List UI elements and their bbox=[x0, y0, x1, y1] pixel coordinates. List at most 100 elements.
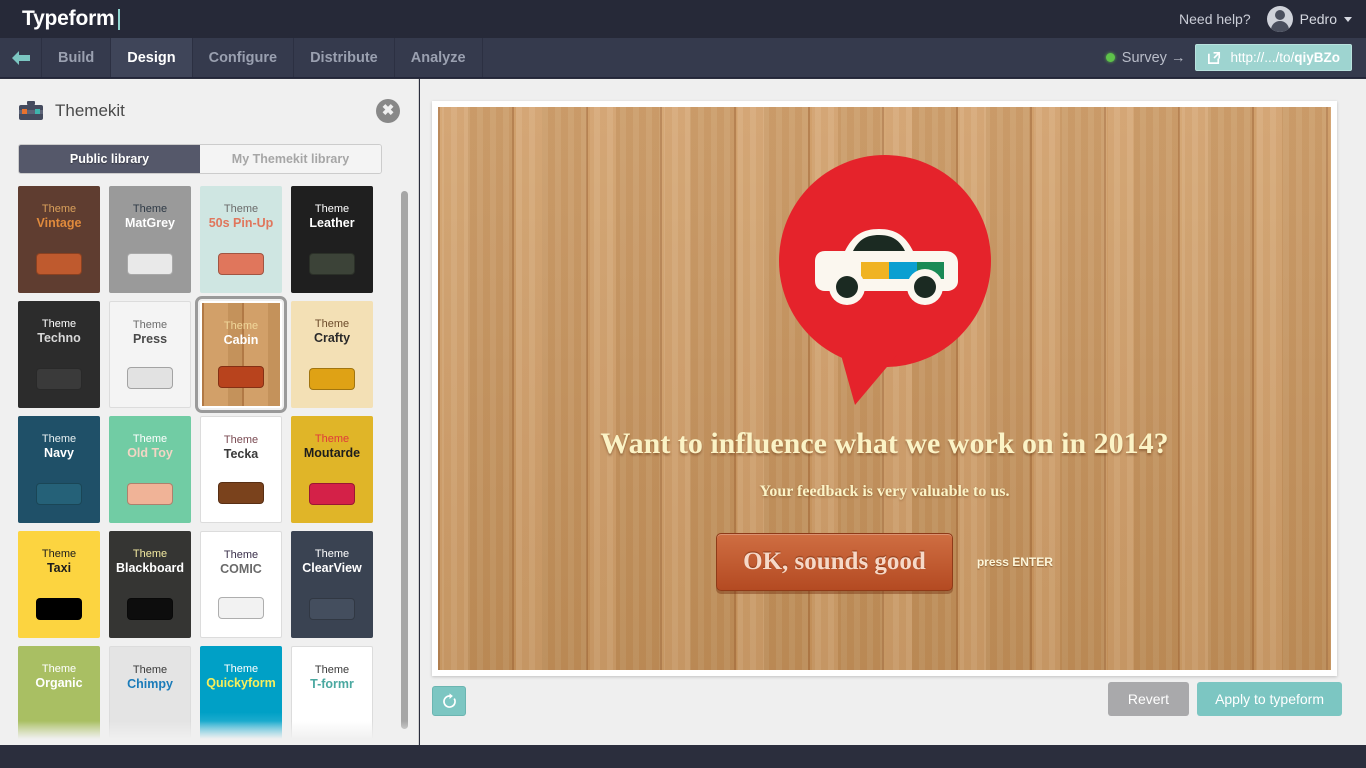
theme-preview-button bbox=[309, 368, 355, 390]
theme-word: Theme bbox=[314, 548, 350, 560]
url-text: http://.../to/qiyBZo bbox=[1230, 50, 1340, 65]
avatar bbox=[1266, 6, 1293, 32]
theme-name: Techno bbox=[37, 331, 81, 345]
theme-tile-navy[interactable]: Theme Navy bbox=[18, 416, 100, 523]
theme-tile-quickyform[interactable]: Theme Quickyform bbox=[200, 646, 282, 745]
refresh-button[interactable] bbox=[432, 686, 466, 716]
theme-word: Theme bbox=[223, 203, 259, 215]
theme-tile-organic[interactable]: Theme Organic bbox=[18, 646, 100, 745]
theme-tile-cabin[interactable]: Theme Cabin bbox=[195, 296, 287, 413]
top-bar-right: Need help? Pedro bbox=[1179, 6, 1352, 32]
tab-distribute[interactable]: Distribute bbox=[294, 38, 395, 77]
theme-name: ClearView bbox=[302, 561, 362, 575]
theme-tile-t-formr[interactable]: Theme T-formr bbox=[291, 646, 373, 745]
press-enter-hint: press ENTER bbox=[976, 555, 1053, 569]
need-help-link[interactable]: Need help? bbox=[1179, 11, 1251, 27]
apply-to-typeform-button[interactable]: Apply to typeform bbox=[1197, 682, 1342, 716]
library-tabs: Public library My Themekit library bbox=[18, 144, 382, 174]
typeform-content: Want to influence what we work on in 201… bbox=[438, 107, 1331, 670]
ok-sounds-good-button[interactable]: OK, sounds good bbox=[716, 533, 953, 591]
theme-tile-tecka[interactable]: Theme Tecka bbox=[200, 416, 282, 523]
theme-word: Theme bbox=[223, 434, 259, 446]
theme-word: Theme bbox=[223, 549, 259, 561]
theme-tile-comic[interactable]: Theme COMIC bbox=[200, 531, 282, 638]
tab-design[interactable]: Design bbox=[111, 38, 193, 77]
preview-frame: Want to influence what we work on in 201… bbox=[432, 101, 1337, 676]
tab-my-themekit-library[interactable]: My Themekit library bbox=[200, 145, 381, 173]
theme-preview-button bbox=[218, 253, 264, 275]
tab-public-library[interactable]: Public library bbox=[19, 145, 200, 173]
brand-text: Typeform bbox=[22, 7, 115, 30]
theme-tile-50s-pin-up[interactable]: Theme 50s Pin-Up bbox=[200, 186, 282, 293]
top-bar: Typeform Need help? Pedro bbox=[0, 0, 1366, 38]
theme-preview-button bbox=[127, 483, 173, 505]
theme-tile-vintage[interactable]: Theme Vintage bbox=[18, 186, 100, 293]
theme-tile-leather[interactable]: Theme Leather bbox=[291, 186, 373, 293]
theme-word: Theme bbox=[223, 320, 259, 332]
theme-preview-button bbox=[218, 366, 264, 388]
theme-tile-blackboard[interactable]: Theme Blackboard bbox=[109, 531, 191, 638]
theme-tile-chimpy[interactable]: Theme Chimpy bbox=[109, 646, 191, 745]
theme-name: Navy bbox=[44, 446, 74, 460]
theme-name: Organic bbox=[35, 676, 83, 690]
theme-preview-button bbox=[36, 598, 82, 620]
tab-analyze[interactable]: Analyze bbox=[395, 38, 483, 77]
theme-preview-button bbox=[309, 483, 355, 505]
theme-name: COMIC bbox=[220, 562, 262, 576]
theme-name: Blackboard bbox=[115, 561, 185, 575]
theme-preview-button bbox=[218, 482, 264, 504]
theme-preview-button bbox=[36, 368, 82, 390]
theme-tile-clearview[interactable]: Theme ClearView bbox=[291, 531, 373, 638]
theme-word: Theme bbox=[223, 663, 259, 675]
typeform-url-button[interactable]: http://.../to/qiyBZo bbox=[1195, 44, 1352, 71]
back-button[interactable] bbox=[0, 38, 42, 77]
text-cursor bbox=[117, 8, 120, 30]
panel-header: Themekit ✖ bbox=[0, 79, 418, 123]
bubble-tail bbox=[840, 355, 897, 405]
theme-tile-crafty[interactable]: Theme Crafty bbox=[291, 301, 373, 408]
toolbox-icon bbox=[19, 100, 43, 120]
theme-tile-moutarde[interactable]: Theme Moutarde bbox=[291, 416, 373, 523]
panel-scrollbar[interactable] bbox=[401, 191, 408, 729]
theme-tile-techno[interactable]: Theme Techno bbox=[18, 301, 100, 408]
close-icon[interactable]: ✖ bbox=[376, 99, 400, 123]
external-link-icon bbox=[1208, 51, 1221, 64]
theme-name: Moutarde bbox=[303, 446, 361, 460]
typeform-canvas: Want to influence what we work on in 201… bbox=[438, 107, 1331, 670]
theme-name: Chimpy bbox=[127, 677, 173, 691]
theme-name: Taxi bbox=[46, 561, 72, 575]
tab-build[interactable]: Build bbox=[42, 38, 112, 77]
theme-preview-button bbox=[127, 367, 173, 389]
theme-name: T-formr bbox=[310, 677, 354, 691]
app-brand: Typeform bbox=[22, 7, 120, 31]
url-prefix: http://.../to/ bbox=[1230, 50, 1295, 65]
revert-button[interactable]: Revert bbox=[1107, 682, 1190, 716]
theme-tile-taxi[interactable]: Theme Taxi bbox=[18, 531, 100, 638]
user-menu[interactable]: Pedro bbox=[1266, 6, 1352, 32]
theme-grid: Theme Vintage Theme MatGrey Theme 50s Pin-Up T… bbox=[0, 186, 418, 745]
status-badge bbox=[1105, 53, 1115, 62]
theme-preview-button bbox=[36, 483, 82, 505]
preview-actions: Revert Apply to typeform bbox=[1107, 682, 1342, 716]
theme-name: 50s Pin-Up bbox=[208, 216, 274, 230]
theme-tile-matgrey[interactable]: Theme MatGrey bbox=[109, 186, 191, 293]
theme-name: Crafty bbox=[313, 331, 351, 345]
car-icon bbox=[814, 229, 958, 305]
chevron-down-icon bbox=[1344, 16, 1352, 22]
theme-tile-press[interactable]: Theme Press bbox=[109, 301, 191, 408]
survey-status: Survey → bbox=[1105, 50, 1185, 66]
theme-word: Theme bbox=[314, 664, 350, 676]
theme-word: Theme bbox=[132, 548, 168, 560]
preview-area: Want to influence what we work on in 201… bbox=[420, 79, 1366, 745]
theme-tile-old-toy[interactable]: Theme Old Toy bbox=[109, 416, 191, 523]
tab-configure[interactable]: Configure bbox=[193, 38, 295, 77]
theme-preview-button bbox=[218, 597, 264, 619]
theme-name: Quickyform bbox=[206, 676, 276, 690]
theme-preview-button bbox=[309, 253, 355, 275]
theme-word: Theme bbox=[41, 203, 77, 215]
typeform-headline: Want to influence what we work on in 201… bbox=[600, 427, 1169, 460]
theme-word: Theme bbox=[41, 433, 77, 445]
bottom-strip bbox=[0, 745, 1366, 768]
theme-name: Vintage bbox=[36, 216, 82, 230]
theme-word: Theme bbox=[132, 664, 168, 676]
